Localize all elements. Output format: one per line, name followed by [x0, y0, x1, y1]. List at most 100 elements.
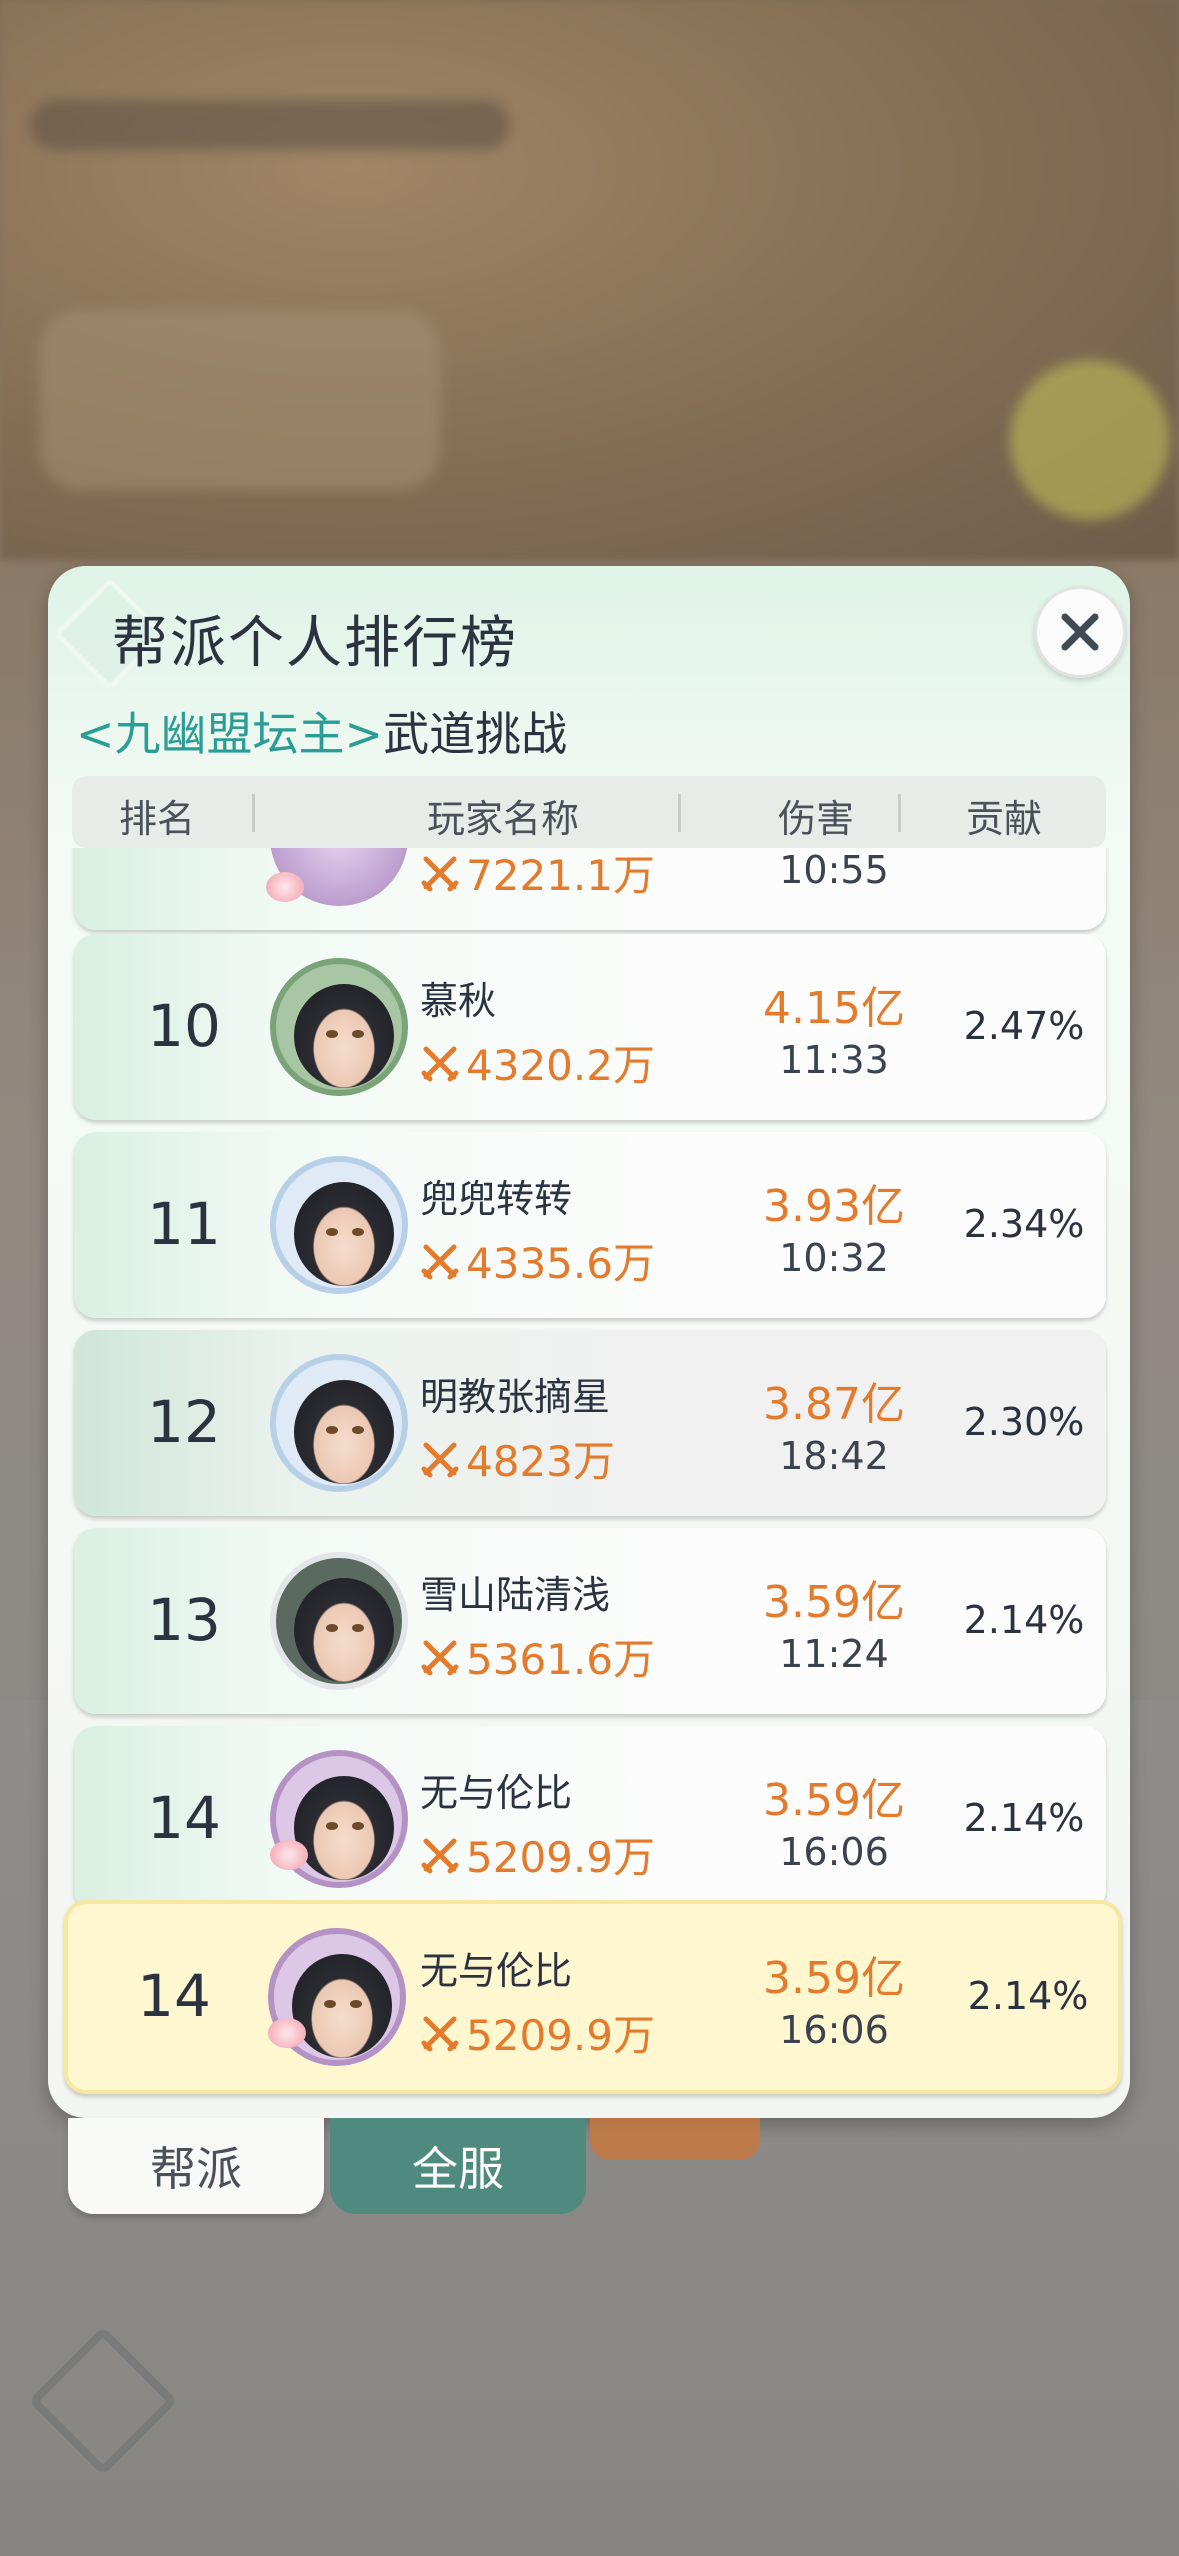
- tab-guild[interactable]: 帮派: [68, 2118, 324, 2214]
- background-ring: [1010, 360, 1170, 520]
- player-power: 4320.2万: [420, 1032, 655, 1093]
- player-name: 无与伦比: [420, 1771, 573, 1815]
- contribution-value: 2.14%: [967, 1974, 1089, 2018]
- power-value: 5209.9万: [466, 1833, 655, 1882]
- avatar-eye: [324, 2000, 336, 2008]
- damage-value: 3.59亿: [763, 1775, 905, 1826]
- close-button[interactable]: [1034, 586, 1126, 678]
- player-name: 雪山陆清浅: [420, 1573, 611, 1617]
- player-avatar: [270, 1552, 408, 1690]
- rank-number: 13: [147, 1586, 221, 1654]
- damage-value: 3.59亿: [763, 1577, 905, 1628]
- column-contribution: 贡献: [965, 797, 1042, 841]
- player-power: 5209.9万: [420, 2002, 655, 2063]
- damage-time: 18:42: [779, 1434, 889, 1478]
- power-value: 4320.2万: [466, 1041, 655, 1090]
- ranking-list[interactable]: 7221.1万 10:55 10 慕秋 4320.2万 4.15亿 11:33 …: [0, 848, 1179, 2118]
- event-name: 武道挑战: [383, 707, 568, 761]
- avatar-eye: [326, 1624, 338, 1632]
- power-value: 5361.6万: [466, 1635, 655, 1684]
- player-avatar: [268, 1928, 406, 2066]
- player-name: 兜兜转转: [420, 1177, 573, 1221]
- player-power: 5361.6万: [420, 1626, 655, 1687]
- crossed-swords-icon: [421, 1442, 459, 1477]
- table-row[interactable]: 14 无与伦比 5209.9万 3.59亿 16:06 2.14%: [74, 1726, 1106, 1912]
- table-row[interactable]: 10 慕秋 4320.2万 4.15亿 11:33 2.47%: [74, 934, 1106, 1120]
- player-power: 7221.1万: [420, 848, 655, 903]
- power-value: 5209.9万: [466, 2011, 655, 2060]
- player-avatar: [270, 1156, 408, 1294]
- player-avatar: [270, 1354, 408, 1492]
- column-divider: [678, 794, 681, 832]
- background-widget: [40, 310, 440, 490]
- table-row[interactable]: 11 兜兜转转 4335.6万 3.93亿 10:32 2.34%: [74, 1132, 1106, 1318]
- avatar-face: [294, 984, 394, 1088]
- event-subtitle: <九幽盟坛主>武道挑战: [76, 698, 567, 764]
- contribution-value: 2.34%: [963, 1202, 1085, 1246]
- avatar-flower: [270, 1840, 308, 1870]
- contribution-value: 2.47%: [963, 1004, 1085, 1048]
- column-player-name: 玩家名称: [426, 797, 579, 841]
- power-value: 4823万: [466, 1437, 615, 1486]
- player-power: 4823万: [420, 1428, 615, 1489]
- avatar-eye: [326, 1228, 338, 1236]
- close-icon: [1061, 613, 1099, 651]
- player-name: 明教张摘星: [420, 1375, 611, 1419]
- crossed-swords-icon: [421, 1838, 459, 1873]
- contribution-value: 2.14%: [963, 1598, 1085, 1642]
- crossed-swords-icon: [421, 1640, 459, 1675]
- rank-number: 10: [147, 992, 221, 1060]
- avatar-face: [294, 1380, 394, 1484]
- contribution-value: 2.30%: [963, 1400, 1085, 1444]
- player-power: 4335.6万: [420, 1230, 655, 1291]
- damage-time: 16:06: [779, 2008, 889, 2052]
- background-button-edge: [590, 2118, 760, 2160]
- column-divider: [252, 794, 255, 832]
- player-avatar: [270, 1750, 408, 1888]
- avatar-eye: [326, 1426, 338, 1434]
- table-row[interactable]: 12 明教张摘星 4823万 3.87亿 18:42 2.30%: [74, 1330, 1106, 1516]
- player-avatar: [270, 958, 408, 1096]
- damage-value: 3.59亿: [763, 1953, 905, 2004]
- damage-time: 11:33: [779, 1038, 889, 1082]
- avatar-face: [292, 1954, 392, 2058]
- boss-name: <九幽盟坛主>: [76, 707, 384, 761]
- avatar-eye: [326, 1822, 338, 1830]
- avatar-face: [294, 1578, 394, 1682]
- power-value: 7221.1万: [466, 851, 655, 900]
- damage-time: 11:24: [779, 1632, 889, 1676]
- rank-number: 11: [147, 1190, 221, 1258]
- table-header: 排名 玩家名称 伤害 贡献: [72, 776, 1106, 848]
- damage-time: 16:06: [779, 1830, 889, 1874]
- column-rank: 排名: [118, 797, 195, 841]
- avatar-eye: [326, 1030, 338, 1038]
- damage-value: 4.15亿: [763, 983, 905, 1034]
- contribution-value: 2.14%: [963, 1796, 1085, 1840]
- crossed-swords-icon: [421, 856, 459, 891]
- power-value: 4335.6万: [466, 1239, 655, 1288]
- crossed-swords-icon: [421, 2016, 459, 2051]
- table-row[interactable]: 13 雪山陆清浅 5361.6万 3.59亿 11:24 2.14%: [74, 1528, 1106, 1714]
- damage-value: 3.87亿: [763, 1379, 905, 1430]
- my-rank-row[interactable]: 14 无与伦比 5209.9万 3.59亿 16:06 2.14%: [64, 1900, 1122, 2094]
- background-resource-bar: [30, 100, 510, 150]
- panel-title: 帮派个人排行榜: [112, 611, 518, 676]
- player-avatar: [266, 848, 408, 906]
- player-name: 无与伦比: [420, 1949, 573, 1993]
- avatar-face: [294, 1776, 394, 1880]
- tab-all-server[interactable]: 全服: [330, 2118, 586, 2214]
- player-power: 5209.9万: [420, 1824, 655, 1885]
- avatar-eye: [352, 1228, 364, 1236]
- avatar-eye: [352, 1426, 364, 1434]
- avatar-eye: [350, 2000, 362, 2008]
- avatar-face: [294, 1182, 394, 1286]
- crossed-swords-icon: [421, 1244, 459, 1279]
- damage-value: 3.93亿: [763, 1181, 905, 1232]
- damage-time: 10:55: [779, 848, 889, 892]
- rank-number: 14: [147, 1784, 221, 1852]
- avatar-eye: [352, 1822, 364, 1830]
- table-row-partial[interactable]: 7221.1万 10:55: [74, 848, 1106, 930]
- avatar-eye: [352, 1030, 364, 1038]
- avatar-flower: [266, 872, 304, 902]
- rank-number: 14: [137, 1962, 211, 2030]
